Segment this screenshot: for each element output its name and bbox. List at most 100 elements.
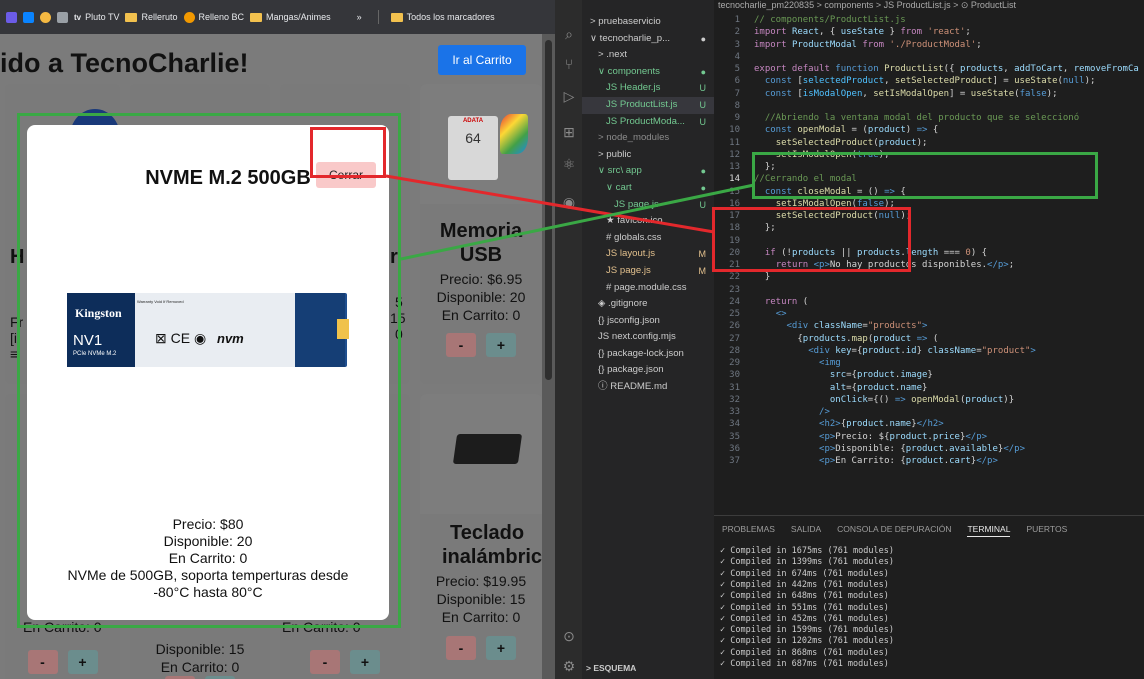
code-token: product	[867, 125, 906, 136]
panel-tab[interactable]: PROBLEMAS	[722, 524, 775, 537]
settings-gear-icon[interactable]: ⚙	[561, 658, 577, 674]
add-to-cart-button[interactable]: +	[486, 333, 516, 357]
explorer-item[interactable]: {} package-lock.json	[582, 346, 714, 363]
go-to-cart-button[interactable]: Ir al Carrito	[438, 45, 526, 75]
explorer-item[interactable]: JS ProductList.js U	[582, 96, 714, 114]
git-status-badge: ●	[700, 182, 706, 193]
terminal-line: ✓ Compiled in 1675ms (761 modules)	[720, 546, 894, 556]
bookmark-relleruto[interactable]: Relleruto	[125, 12, 178, 22]
explorer-item[interactable]: # page.module.css	[582, 280, 714, 297]
bookmark-mangas[interactable]: Mangas/Animes	[250, 12, 331, 22]
explorer-item[interactable]: ⓘ README.md	[582, 379, 714, 396]
line-number: 23	[729, 284, 740, 295]
terminal-line: ✓ Compiled in 868ms (761 modules)	[720, 647, 889, 658]
bookmark-3[interactable]	[40, 11, 51, 23]
remove-from-cart-button[interactable]: -	[446, 333, 476, 357]
code-token: true	[856, 149, 879, 160]
panel-tab[interactable]: CONSOLA DE DEPURACIÓN	[837, 524, 951, 537]
bookmarks-overflow[interactable]: »	[357, 12, 362, 22]
explorer-item[interactable]: ★ favicon.ico	[582, 213, 714, 230]
terminal-line: ✓ Compiled in 442ms (761 modules)	[720, 579, 889, 590]
explorer-item[interactable]: ∨ components ●	[582, 64, 714, 81]
bookmark-icon	[40, 11, 51, 23]
explorer-item[interactable]: JS page.js M	[582, 263, 714, 280]
line-number: 37	[729, 456, 740, 466]
add-to-cart-button[interactable]: +	[67, 650, 98, 674]
code-line: 10 const openModal = (product) => {	[714, 124, 938, 136]
nvme-logo: nvm	[217, 331, 244, 346]
search-icon[interactable]: ⌕	[561, 26, 577, 42]
explorer-item[interactable]: JS ProductModa... U	[582, 114, 714, 131]
code-token: ;	[965, 27, 971, 38]
line-number: 32	[729, 394, 740, 405]
bookmark-label: Todos los marcadores	[406, 12, 495, 22]
code-token: "products"	[867, 321, 922, 332]
explorer-item[interactable]: > node_modules	[582, 130, 714, 147]
explorer-item[interactable]: JS layout.js M	[582, 246, 714, 263]
code-line: 33 />	[714, 406, 830, 418]
ssd-brand: Kingston	[75, 306, 122, 320]
code-token: // components/ProductList.js	[754, 15, 906, 25]
remove-from-cart-button[interactable]: -	[446, 636, 476, 660]
explorer-item[interactable]: > .next	[582, 47, 714, 64]
code-token: =>	[916, 333, 928, 344]
all-bookmarks[interactable]: Todos los marcadores	[390, 12, 495, 22]
panel-tab[interactable]: PUERTOS	[1026, 524, 1067, 537]
explorer-item[interactable]: JS Header.js U	[582, 80, 714, 97]
explorer-item-label: ∨ cart	[606, 181, 632, 193]
panel-tabs: PROBLEMAS SALIDA CONSOLA DE DEPURACIÓN TERM…	[722, 524, 1067, 537]
line-number: 35	[729, 431, 740, 442]
outline-section[interactable]: > ESQUEMA	[586, 663, 636, 673]
code-token: };	[754, 223, 776, 234]
line-number: 5	[734, 64, 740, 74]
explorer-item-label: JS ProductList.js	[606, 98, 678, 110]
add-to-cart-button[interactable]: +	[350, 650, 380, 674]
account-icon[interactable]: ⊙	[561, 628, 577, 644]
quantity-controls: - +	[280, 650, 410, 674]
explorer-item[interactable]: JS page.js U	[582, 197, 714, 214]
explorer-item[interactable]: ∨ src\ app ●	[582, 163, 714, 180]
bookmark-label: Relleruto	[141, 12, 178, 22]
explorer-item[interactable]: JS next.config.mjs	[582, 329, 714, 346]
explorer-item[interactable]: # globals.css	[582, 230, 714, 247]
github-icon[interactable]: ◉	[561, 194, 577, 210]
code-token: function	[835, 64, 885, 74]
bookmark-4[interactable]	[57, 11, 68, 23]
code-token: products	[802, 333, 847, 344]
explorer-item[interactable]: > public	[582, 147, 714, 164]
close-modal-button[interactable]: Cerrar	[316, 162, 376, 188]
terminal-line: ✓ Compiled in 1202ms (761 modules)	[720, 636, 894, 647]
react-icon[interactable]: ⚛	[561, 156, 577, 172]
source-control-icon[interactable]: ⑂	[561, 56, 577, 72]
explorer-item[interactable]: > pruebaservicio	[582, 14, 714, 31]
product-image[interactable]: ADATA 64	[420, 84, 542, 204]
panel-tab[interactable]: SALIDA	[791, 524, 821, 537]
run-debug-icon[interactable]: ▷	[561, 88, 577, 104]
explorer-item[interactable]: ∨ cart ●	[582, 180, 714, 197]
explorer-item[interactable]: ◈ .gitignore	[582, 296, 714, 313]
code-line: 15 const closeModal = () => {	[714, 186, 906, 198]
code-line: 20 if (!products || products.length === …	[714, 247, 987, 259]
add-to-cart-button[interactable]: +	[486, 636, 516, 660]
explorer-item[interactable]: {} package.json	[582, 362, 714, 379]
code-editor[interactable]: tecnocharlie_pm220835 > components > JS …	[714, 0, 1144, 515]
breadcrumb[interactable]: tecnocharlie_pm220835 > components > JS …	[714, 0, 1016, 12]
remove-from-cart-button[interactable]: -	[310, 650, 340, 674]
modal-in-cart: En Carrito: 0	[168, 550, 248, 566]
extensions-icon[interactable]: ⊞	[561, 124, 577, 140]
explorer-item-label: > node_modules	[598, 132, 670, 144]
bookmark-relleno-bc[interactable]: Relleno BC	[183, 11, 244, 23]
remove-from-cart-button[interactable]: -	[27, 650, 58, 674]
code-token: , {	[819, 27, 841, 38]
explorer-item[interactable]: ∨ tecnocharlie_p... ●	[582, 31, 714, 48]
bookmark-pluto-tv[interactable]: tv Pluto TV	[74, 12, 119, 22]
explorer-item[interactable]: {} jsconfig.json	[582, 313, 714, 330]
panel-tab[interactable]: TERMINAL	[967, 524, 1011, 537]
product-image[interactable]	[420, 394, 542, 514]
scrollbar-thumb[interactable]	[545, 40, 552, 380]
page-scrollbar[interactable]	[542, 34, 555, 679]
bookmark-2[interactable]	[23, 11, 34, 23]
bookmark-1[interactable]	[6, 11, 17, 23]
